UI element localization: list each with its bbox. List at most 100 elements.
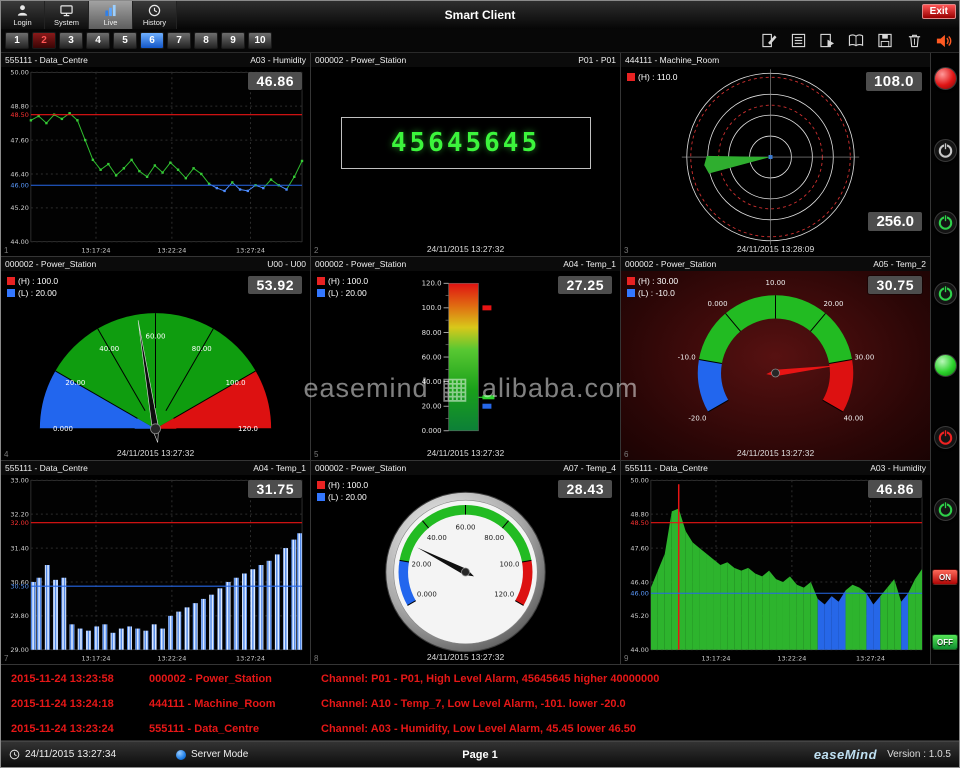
panel-timestamp: 24/11/2015 13:27:32 [311,652,620,662]
red-knob-button[interactable] [934,67,957,90]
panel-station: 000002 - Power_Station [315,259,406,269]
svg-text:46.40: 46.40 [630,578,649,586]
book-icon-button[interactable] [846,32,866,49]
page-tab-3[interactable]: 3 [59,32,83,49]
panel-timestamp: 24/11/2015 13:27:32 [621,448,930,458]
page-tab-7[interactable]: 7 [167,32,191,49]
alarm-message: Channel: A03 - Humidity, Low Level Alarm… [321,723,636,735]
svg-text:-20.0: -20.0 [688,414,706,422]
nav-live-button[interactable]: Live [89,1,133,29]
standby-power-button[interactable] [934,139,957,162]
legend-item: (H) : 100.0 [317,480,368,490]
green-power-1-button[interactable] [934,211,957,234]
red-power-button[interactable] [934,426,957,449]
trash-icon-button[interactable] [904,32,924,49]
panel-header: 000002 - Power_Station A04 - Temp_1 [311,257,620,271]
panel-1-humidity-trend[interactable]: 555111 - Data_Centre A03 - Humidity 50.0… [1,53,311,257]
nav-label: Login [13,18,31,27]
page-tab-10[interactable]: 10 [248,32,272,49]
panel-header: 000002 - Power_Station U00 - U00 [1,257,310,271]
ring-gauge: -20.0-10.00.00010.0020.0030.0040.00 [621,271,930,461]
svg-text:20.00: 20.00 [823,300,843,308]
green-power-3-button[interactable] [934,498,957,521]
play-icon-button[interactable] [817,32,837,49]
panel-3-radar[interactable]: 444111 - Machine_Room 108.0 256.0 (H) : … [621,53,931,257]
panel-header: 555111 - Data_Centre A03 - Humidity [621,461,930,475]
svg-text:40.00: 40.00 [99,345,119,353]
panel-channel: A07 - Temp_4 [563,463,616,473]
nav-label: History [143,18,166,27]
value-readout: 46.86 [868,480,922,498]
panel-5-vertical-bar-gauge[interactable]: 000002 - Power_Station A04 - Temp_1 120.… [311,257,621,461]
alarm-message: Channel: A10 - Temp_7, Low Level Alarm, … [321,698,626,710]
panel-7-bar-chart[interactable]: 555111 - Data_Centre A04 - Temp_1 33.00 3… [1,461,311,665]
svg-text:44.00: 44.00 [630,646,649,654]
panel-index: 2 [314,246,318,255]
alarm-time: 2015-11-24 13:24:18 [11,698,149,710]
system-icon [60,4,73,17]
panel-channel: U00 - U00 [267,259,306,269]
svg-text:20.00: 20.00 [422,403,442,411]
humidity-line-chart: 50.0048.8048.5047.6046.4046.0045.2044.00… [1,67,310,257]
panel-header: 555111 - Data_Centre A04 - Temp_1 [1,461,310,475]
panel-header: 000002 - Power_Station A07 - Temp_4 [311,461,620,475]
panel-index: 6 [624,450,628,459]
nav-history-button[interactable]: History [133,1,177,29]
page-tab-6[interactable]: 6 [140,32,164,49]
svg-text:32.20: 32.20 [10,511,29,519]
secondary-value-readout: 256.0 [868,212,922,231]
alarm-row[interactable]: 2015-11-24 13:23:24555111 - Data_CentreC… [1,716,959,741]
digital-value: 45645645 [391,128,540,158]
svg-text:50.00: 50.00 [10,69,29,77]
alarm-row[interactable]: 2015-11-24 13:24:18444111 - Machine_Room… [1,691,959,716]
svg-text:47.60: 47.60 [630,544,649,552]
svg-text:46.00: 46.00 [10,182,29,190]
speaker-icon-button[interactable] [933,32,953,49]
panel-channel: A04 - Temp_1 [563,259,616,269]
page-tab-8[interactable]: 8 [194,32,218,49]
page-tab-1[interactable]: 1 [5,32,29,49]
panel-2-digital-readout[interactable]: 000002 - Power_Station P01 - P01 4564564… [311,53,621,257]
list-icon-button[interactable] [788,32,808,49]
svg-text:10.00: 10.00 [766,279,786,287]
svg-text:80.00: 80.00 [192,345,212,353]
svg-text:48.50: 48.50 [630,519,649,527]
panel-index: 4 [4,450,8,459]
panel-station: 444111 - Machine_Room [625,55,719,65]
svg-text:13:17:24: 13:17:24 [81,655,110,663]
svg-text:60.00: 60.00 [422,353,442,361]
panel-4-semicircle-gauge[interactable]: 000002 - Power_Station U00 - U00 0.00020… [1,257,311,461]
legend-item: (L) : -10.0 [627,288,678,298]
alarm-station: 444111 - Machine_Room [149,698,321,710]
svg-text:13:27:24: 13:27:24 [856,655,885,663]
svg-text:100.0: 100.0 [422,304,442,312]
save-icon-button[interactable] [875,32,895,49]
page-tab-9[interactable]: 9 [221,32,245,49]
panel-index: 5 [314,450,318,459]
main-nav: Login SystemLive History [1,1,177,29]
page-tab-4[interactable]: 4 [86,32,110,49]
page-tab-5[interactable]: 5 [113,32,137,49]
nav-system-button[interactable]: System [45,1,89,29]
page-tabs: 12345678910 [5,32,272,49]
panel-8-dial-gauge[interactable]: 000002 - Power_Station A07 - Temp_4 0.00… [311,461,621,665]
version-label: Version : 1.0.5 [887,749,951,760]
svg-text:120.0: 120.0 [494,591,514,599]
off-button[interactable]: OFF [932,634,958,650]
nav-login-button[interactable]: Login [1,1,45,29]
digital-display: 45645645 [341,117,591,169]
on-button[interactable]: ON [932,569,958,585]
login-icon [16,4,29,17]
panel-9-area-chart[interactable]: 555111 - Data_Centre A03 - Humidity 50.0… [621,461,931,665]
panel-legend: (H) : 100.0(L) : 20.00 [317,480,368,502]
page-tab-2[interactable]: 2 [32,32,56,49]
edit-icon-button[interactable] [759,32,779,49]
green-power-2-button[interactable] [934,282,957,305]
panel-header: 555111 - Data_Centre A03 - Humidity [1,53,310,67]
alarm-row[interactable]: 2015-11-24 13:23:58000002 - Power_Statio… [1,666,959,691]
exit-button[interactable]: Exit [922,4,956,19]
green-led-button[interactable] [934,354,957,377]
panel-6-ring-gauge[interactable]: 000002 - Power_Station A05 - Temp_2 -20.… [621,257,931,461]
svg-text:80.00: 80.00 [422,329,442,337]
svg-text:33.00: 33.00 [10,477,29,485]
